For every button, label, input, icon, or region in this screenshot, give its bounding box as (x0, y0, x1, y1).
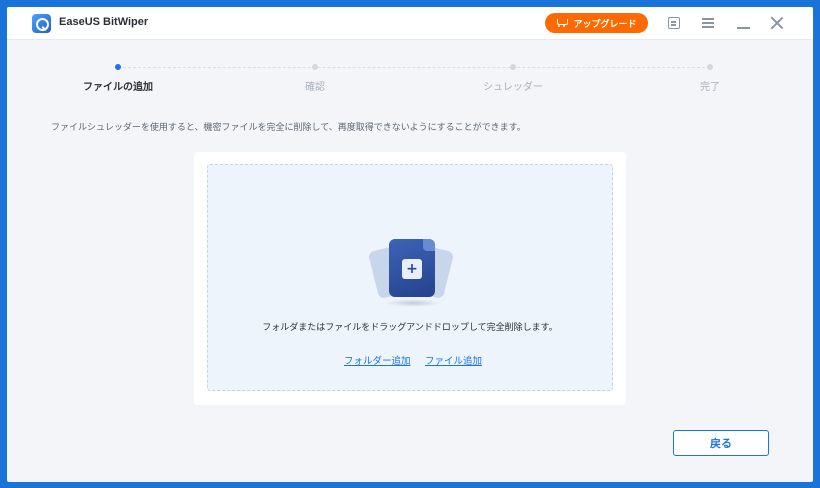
drop-card: + フォルダまたはファイルをドラッグアンドドロップして完全削除します。 フォルダ… (194, 152, 626, 405)
drop-hint-text: フォルダまたはファイルをドラッグアンドドロップして完全削除します。 (262, 323, 558, 333)
add-folder-link[interactable]: フォルダー追加 (344, 353, 411, 367)
app-logo-icon (32, 14, 51, 33)
add-file-illustration-icon: + (365, 237, 457, 309)
back-button[interactable]: 戻る (673, 430, 769, 456)
description-text: ファイルシュレッダーを使用すると、機密ファイルを完全に削除して、再度取得できない… (51, 123, 526, 133)
drop-zone[interactable]: + フォルダまたはファイルをドラッグアンドドロップして完全削除します。 フォルダ… (207, 164, 613, 391)
add-file-link[interactable]: ファイル追加 (425, 353, 482, 367)
step-dot-complete (707, 64, 713, 70)
step-dot-shredder (510, 64, 516, 70)
upgrade-label: アップグレード (573, 19, 637, 30)
step-add-files: ファイルの追加 (83, 82, 153, 93)
upgrade-button[interactable]: アップグレード (545, 13, 648, 33)
menu-icon[interactable] (699, 14, 717, 32)
cart-icon (556, 18, 569, 28)
close-icon[interactable] (768, 14, 786, 32)
title-bar: EaseUS BitWiper アップグレード (7, 7, 813, 40)
minimize-icon[interactable] (734, 14, 752, 32)
progress-stepper: ファイルの追加 確認 シュレッダー 完了 (7, 40, 813, 100)
step-confirm: 確認 (305, 82, 325, 93)
app-window: EaseUS BitWiper アップグレード ファイルの追加 確認 シュレッダ… (7, 7, 813, 482)
step-shredder: シュレッダー (483, 82, 543, 93)
step-dot-confirm (312, 64, 318, 70)
app-title: EaseUS BitWiper (59, 16, 149, 28)
step-dot-add-files (115, 64, 121, 70)
step-complete: 完了 (700, 82, 720, 93)
step-connector (118, 67, 710, 68)
feedback-icon[interactable] (665, 14, 683, 32)
